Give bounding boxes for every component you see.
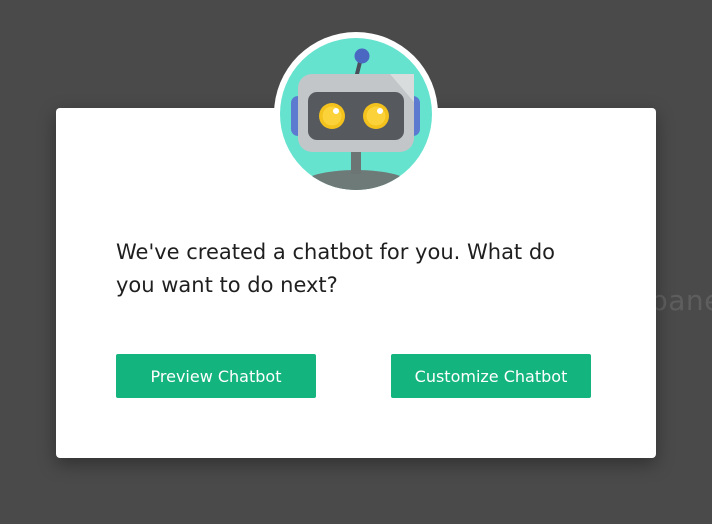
- customize-chatbot-button[interactable]: Customize Chatbot: [391, 354, 591, 398]
- robot-icon: [280, 38, 432, 190]
- dialog-message: We've created a chatbot for you. What do…: [116, 240, 556, 297]
- preview-chatbot-button[interactable]: Preview Chatbot: [116, 354, 316, 398]
- bot-avatar: [274, 32, 438, 196]
- background-partial-text: pane: [650, 284, 712, 317]
